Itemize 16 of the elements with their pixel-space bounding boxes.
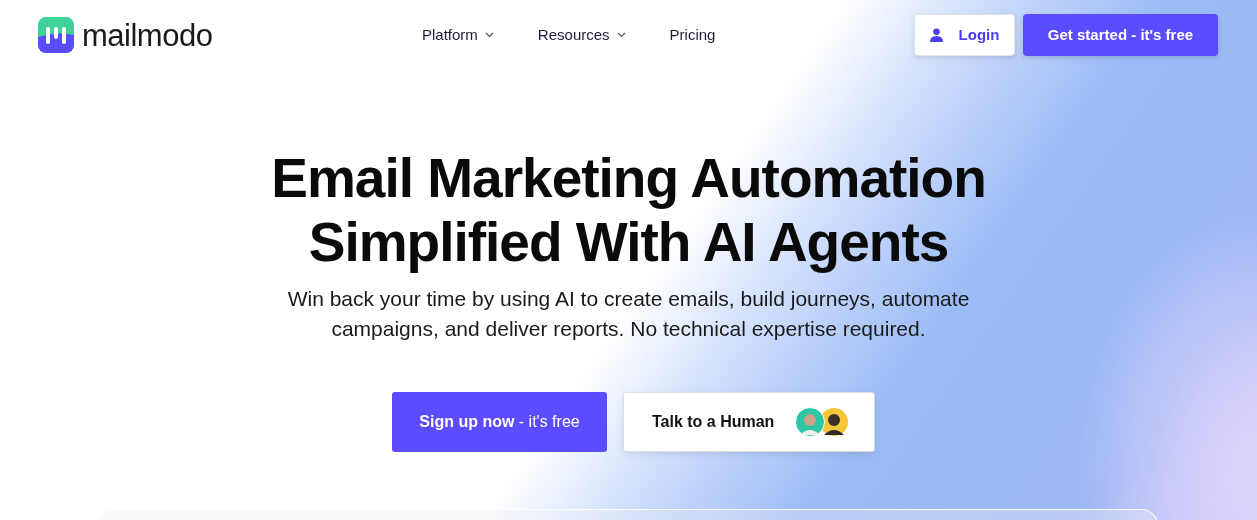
hero-subtitle: Win back your time by using AI to create emails, build journeys, automate campaigns, and deliver reports. No technical expertise required. — [286, 286, 971, 342]
get-started-button[interactable]: Get started - it's free — [1023, 14, 1218, 56]
nav-link[interactable]: Platform — [422, 23, 494, 47]
brand-name[interactable]: mailmodo — [82, 19, 213, 51]
avatar-icon — [794, 407, 851, 437]
login-button[interactable]: Login — [914, 14, 1015, 56]
chevron-down-icon — [484, 32, 494, 38]
sign-up-button[interactable]: Sign up now - it's free — [392, 392, 607, 452]
logo-icon — [38, 17, 74, 53]
user-icon — [929, 28, 943, 42]
hero-title: Email Marketing Automation — [270, 146, 987, 210]
nav-link[interactable]: Resources — [537, 23, 626, 47]
talk-button[interactable]: Talk to a Human — [623, 392, 875, 452]
chevron-down-icon — [616, 32, 626, 38]
hero-title: Simplified With AI Agents — [307, 210, 950, 274]
nav-link[interactable]: Pricing — [669, 23, 716, 47]
